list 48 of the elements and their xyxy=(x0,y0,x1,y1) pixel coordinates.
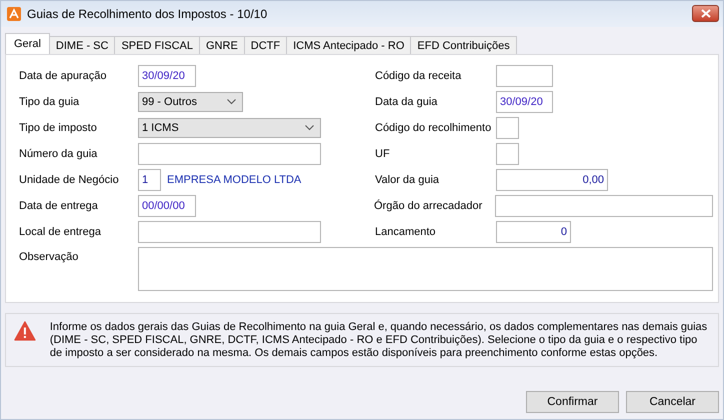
input-field[interactable] xyxy=(495,195,713,217)
field-label: Data de entrega xyxy=(19,200,99,212)
date-field[interactable]: 30/09/20 xyxy=(496,91,553,113)
dropdown[interactable]: 1 ICMS xyxy=(138,118,321,138)
company-name: EMPRESA MODELO LTDA xyxy=(167,174,302,186)
tab[interactable]: DIME - SC xyxy=(48,36,116,54)
field-label: Código do recolhimento xyxy=(375,122,492,134)
field-label: Local de entrega xyxy=(19,226,102,238)
input-field[interactable] xyxy=(496,117,519,139)
date-field[interactable]: 00/00/00 xyxy=(138,195,196,217)
input-field[interactable] xyxy=(496,143,519,165)
tab[interactable]: EFD Contribuições xyxy=(410,36,517,54)
input-field[interactable]: 0,00 xyxy=(496,169,608,191)
field-label: Código da receita xyxy=(375,70,462,82)
input-field[interactable] xyxy=(138,143,321,165)
dialog-button[interactable]: Cancelar xyxy=(626,391,719,413)
field-label: Data de apuração xyxy=(19,70,108,82)
field-label: Lancamento xyxy=(375,226,437,238)
field-label: Tipo de imposto xyxy=(19,122,98,134)
field-label: Órgão do arrecadador xyxy=(374,200,484,212)
input-field[interactable]: 0 xyxy=(496,221,571,243)
text-area[interactable] xyxy=(138,247,713,291)
chevron-down-icon xyxy=(305,125,314,131)
date-field[interactable]: 30/09/20 xyxy=(138,65,196,87)
input-field[interactable] xyxy=(496,65,553,87)
close-button[interactable] xyxy=(692,4,719,22)
warning-icon xyxy=(14,321,36,341)
chevron-down-icon xyxy=(227,99,236,105)
field-label: Tipo da guia xyxy=(19,96,80,108)
tab[interactable]: Geral xyxy=(5,33,50,54)
tab[interactable]: GNRE xyxy=(199,36,245,54)
field-label: Número da guia xyxy=(19,148,98,160)
app-icon xyxy=(7,7,21,21)
field-label: Observação xyxy=(19,250,80,265)
window-title: Guias de Recolhimento dos Impostos - 10/10 xyxy=(27,7,268,21)
dialog-button[interactable]: Confirmar xyxy=(526,391,619,413)
dropdown[interactable]: 99 - Outros xyxy=(138,92,243,112)
input-field[interactable]: 1 xyxy=(138,169,161,191)
field-label: Unidade de Negócio xyxy=(19,174,120,186)
field-label: Data da guia xyxy=(375,96,438,108)
info-text: Informe os dados gerais das Guias de Recolhimento na guia Geral e, quando necessário, os dados complementares nas demais guias (DIME - SC, SPED FISCAL, GNRE, DCTF, ICMS Antecipado - RO e EFD Contribuições). Selecione o tipo da guia e o respectivo tipo de imposto a ser considerado na mesma. Os demais campos estão disponíveis para preenchimento conforme estas opções. xyxy=(50,321,708,360)
tab[interactable]: SPED FISCAL xyxy=(114,36,200,54)
input-field[interactable] xyxy=(138,221,321,243)
close-icon xyxy=(700,8,710,18)
tab[interactable]: ICMS Antecipado - RO xyxy=(286,36,412,54)
tab[interactable]: DCTF xyxy=(244,36,288,54)
field-label: Valor da guia xyxy=(375,174,440,186)
field-label: UF xyxy=(375,148,391,160)
